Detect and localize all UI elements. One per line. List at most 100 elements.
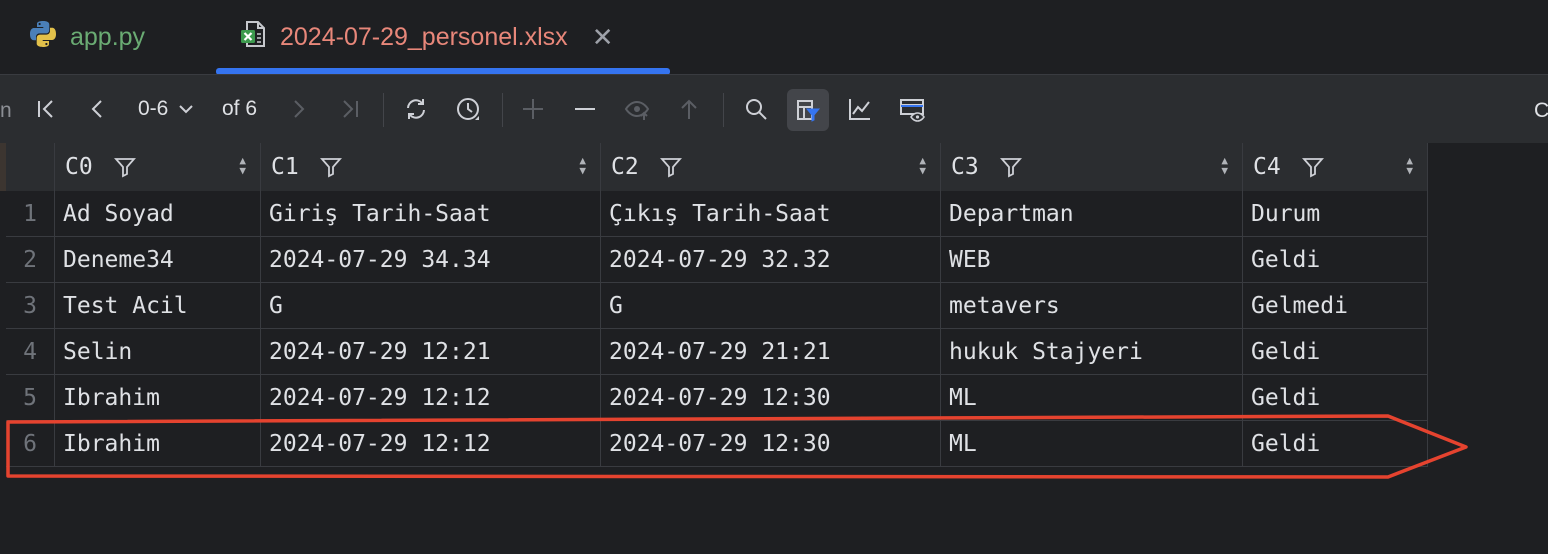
last-page-button[interactable] <box>334 93 366 125</box>
submit-button[interactable] <box>673 93 705 125</box>
column-header-c4[interactable]: C4 ▲ ▼ <box>1243 143 1428 191</box>
table-cell[interactable]: 2024-07-29 12:12 <box>261 421 601 466</box>
table-cell[interactable]: ML <box>941 421 1243 466</box>
plus-icon <box>523 99 543 119</box>
clock-icon <box>457 98 479 120</box>
table-cell[interactable]: 2024-07-29 34.34 <box>261 237 601 282</box>
last-page-icon <box>343 100 358 118</box>
table-row[interactable]: 3 Test Acil G G metavers Gelmedi <box>6 283 1428 329</box>
toolbar-separator <box>383 93 384 127</box>
row-number: 4 <box>6 329 55 374</box>
table-row[interactable]: 4 Selin 2024-07-29 12:21 2024-07-29 21:2… <box>6 329 1428 375</box>
table-cell[interactable]: 2024-07-29 12:12 <box>261 375 601 420</box>
filter-icon[interactable] <box>113 155 137 179</box>
table-row[interactable]: 6 Ibrahim 2024-07-29 12:12 2024-07-29 12… <box>6 421 1428 467</box>
python-file-icon <box>28 19 58 56</box>
filter-icon[interactable] <box>1301 155 1325 179</box>
sort-icon[interactable]: ▲ ▼ <box>919 155 926 176</box>
sort-icon[interactable]: ▲ ▼ <box>1221 155 1228 176</box>
table-cell[interactable]: Çıkış Tarih-Saat <box>601 191 941 236</box>
delete-row-button[interactable] <box>569 93 601 125</box>
search-icon <box>746 99 767 120</box>
row-number: 5 <box>6 375 55 420</box>
preview-changes-button[interactable] <box>621 93 653 125</box>
table-cell[interactable]: Departman <box>941 191 1243 236</box>
table-cell[interactable]: hukuk Stajyeri <box>941 329 1243 374</box>
chevron-down-icon <box>179 105 194 114</box>
refresh-icon <box>407 99 425 119</box>
table-row[interactable]: 5 Ibrahim 2024-07-29 12:12 2024-07-29 12… <box>6 375 1428 421</box>
clipped-text: n <box>0 99 12 122</box>
filter-toggle-button[interactable] <box>787 89 829 131</box>
table-cell[interactable]: 2024-07-29 21:21 <box>601 329 941 374</box>
table-cell[interactable]: 2024-07-29 12:30 <box>601 375 941 420</box>
column-name: C2 <box>611 154 639 180</box>
table-cell[interactable]: WEB <box>941 237 1243 282</box>
column-header-c1[interactable]: C1 ▲ ▼ <box>261 143 601 191</box>
table-cell[interactable]: G <box>261 283 601 328</box>
next-page-button[interactable] <box>282 93 314 125</box>
table-cell[interactable]: 2024-07-29 32.32 <box>601 237 941 282</box>
row-number-header <box>6 143 55 191</box>
sort-icon[interactable]: ▲ ▼ <box>239 155 246 176</box>
tab-label: app.py <box>70 22 146 51</box>
column-name: C0 <box>65 154 93 180</box>
filter-icon[interactable] <box>999 155 1023 179</box>
editor-tab-bar: app.py 2024-07-29_personel.xlsx ✕ <box>0 0 1548 75</box>
table-cell[interactable]: Selin <box>55 329 261 374</box>
table-cell[interactable]: Deneme34 <box>55 237 261 282</box>
previous-page-button[interactable] <box>82 93 114 125</box>
table-cell[interactable]: G <box>601 283 941 328</box>
table-cell[interactable]: metavers <box>941 283 1243 328</box>
row-number: 6 <box>6 421 55 466</box>
table-cell[interactable]: 2024-07-29 12:21 <box>261 329 601 374</box>
first-page-button[interactable] <box>30 93 62 125</box>
table-cell[interactable]: Test Acil <box>55 283 261 328</box>
grid-filter-icon <box>797 100 821 122</box>
toolbar-separator <box>723 93 724 127</box>
table-cell[interactable]: Geldi <box>1243 375 1428 420</box>
table-cell[interactable]: Ibrahim <box>55 375 261 420</box>
table-cell[interactable]: ML <box>941 375 1243 420</box>
table-header: C0 ▲ ▼ C1 ▲ ▼ C2 ▲ ▼ C3 ▲ ▼ C4 ▲ ▼ <box>6 143 1428 191</box>
history-button[interactable] <box>452 93 484 125</box>
table-row[interactable]: 2 Deneme34 2024-07-29 34.34 2024-07-29 3… <box>6 237 1428 283</box>
page-size-select[interactable]: 0-6 <box>138 97 196 121</box>
total-rows-label: of 6 <box>222 97 258 120</box>
chart-view-button[interactable] <box>844 93 876 125</box>
add-row-button[interactable] <box>517 93 549 125</box>
page-range: 0-6 <box>138 97 169 120</box>
table-cell[interactable]: Ibrahim <box>55 421 261 466</box>
column-header-c3[interactable]: C3 ▲ ▼ <box>941 143 1243 191</box>
table-cell[interactable]: Geldi <box>1243 237 1428 282</box>
column-name: C4 <box>1253 154 1281 180</box>
search-button[interactable] <box>740 93 772 125</box>
sort-icon[interactable]: ▲ ▼ <box>579 155 586 176</box>
view-as-button[interactable] <box>896 93 928 125</box>
filter-icon[interactable] <box>319 155 343 179</box>
chevron-left-icon <box>91 100 102 118</box>
tab-app-py[interactable]: app.py <box>28 0 145 74</box>
minus-icon <box>575 108 595 110</box>
reload-button[interactable] <box>400 93 432 125</box>
table-cell[interactable]: Geldi <box>1243 421 1428 466</box>
table-cell[interactable]: 2024-07-29 12:30 <box>601 421 941 466</box>
column-name: C3 <box>951 154 979 180</box>
row-number: 1 <box>6 191 55 236</box>
chevron-right-icon <box>294 100 305 118</box>
tab-personel-xlsx[interactable]: 2024-07-29_personel.xlsx ✕ <box>238 0 613 74</box>
close-tab-icon[interactable]: ✕ <box>592 22 614 53</box>
table-cell[interactable]: Durum <box>1243 191 1428 236</box>
clipped-text: C <box>1534 99 1548 122</box>
sort-icon[interactable]: ▲ ▼ <box>1406 155 1413 176</box>
table-cell[interactable]: Gelmedi <box>1243 283 1428 328</box>
column-header-c0[interactable]: C0 ▲ ▼ <box>55 143 261 191</box>
table-cell[interactable]: Giriş Tarih-Saat <box>261 191 601 236</box>
column-header-c2[interactable]: C2 ▲ ▼ <box>601 143 941 191</box>
filter-icon[interactable] <box>659 155 683 179</box>
table-row[interactable]: 1 Ad Soyad Giriş Tarih-Saat Çıkış Tarih-… <box>6 191 1428 237</box>
row-number: 3 <box>6 283 55 328</box>
excel-file-icon <box>238 19 268 56</box>
table-cell[interactable]: Ad Soyad <box>55 191 261 236</box>
table-cell[interactable]: Geldi <box>1243 329 1428 374</box>
